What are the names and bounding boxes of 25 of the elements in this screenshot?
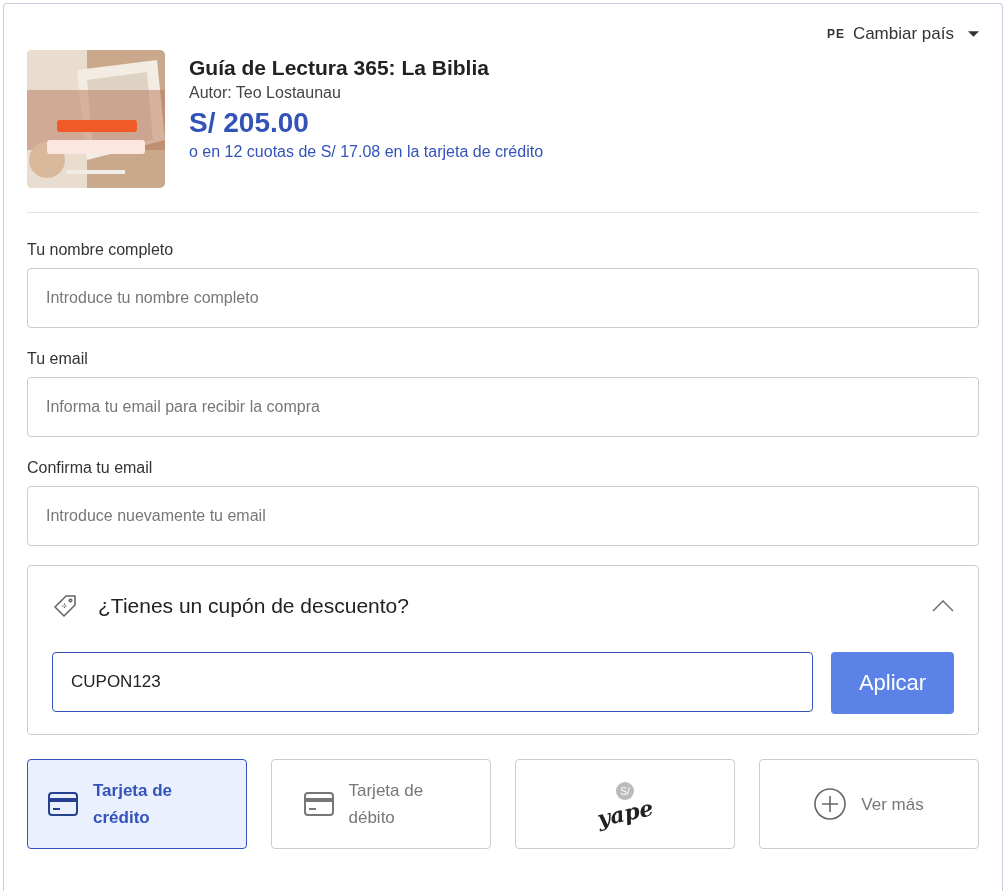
credit-card-icon [48, 792, 78, 816]
payment-option[interactable]: Tarjeta de crédito [27, 759, 247, 849]
payment-option[interactable]: Ver más [759, 759, 979, 849]
input-field[interactable]: Introduce tu nombre completo [27, 268, 979, 328]
product-author: Autor: Teo Lostaunau [189, 84, 342, 102]
plus-icon [814, 788, 847, 820]
field-label: Confirma tu email [27, 459, 154, 477]
logo-badge: S/ [616, 782, 634, 800]
field-label: Tu email [27, 350, 89, 368]
credit-card-icon [303, 792, 334, 816]
product-title: Guía de Lectura 365: La Biblia [189, 56, 490, 80]
chevron-up-icon[interactable] [932, 600, 954, 612]
apply-button[interactable]: Aplicar [831, 652, 954, 714]
tag-icon [52, 593, 78, 619]
field-label: Tu nombre completo [27, 241, 175, 259]
coupon-field[interactable]: CUPON123 [52, 652, 813, 712]
installments-text: o en 12 cuotas de S/ 17.08 en la tarjeta de crédito [189, 143, 544, 161]
product-price: S/ 205.00 [189, 107, 310, 139]
payment-option[interactable]: Tarjeta de débito [271, 759, 491, 849]
coupon-title: ¿Tienes un cupón de descuento? [98, 594, 410, 618]
caret-icon [968, 31, 979, 37]
country-selector[interactable]: PE Cambiar país [826, 24, 979, 44]
input-field[interactable]: Informa tu email para recibir la compra [27, 377, 979, 437]
payment-option[interactable]: S/ yape [515, 759, 735, 849]
input-field[interactable]: Introduce nuevamente tu email [27, 486, 979, 546]
